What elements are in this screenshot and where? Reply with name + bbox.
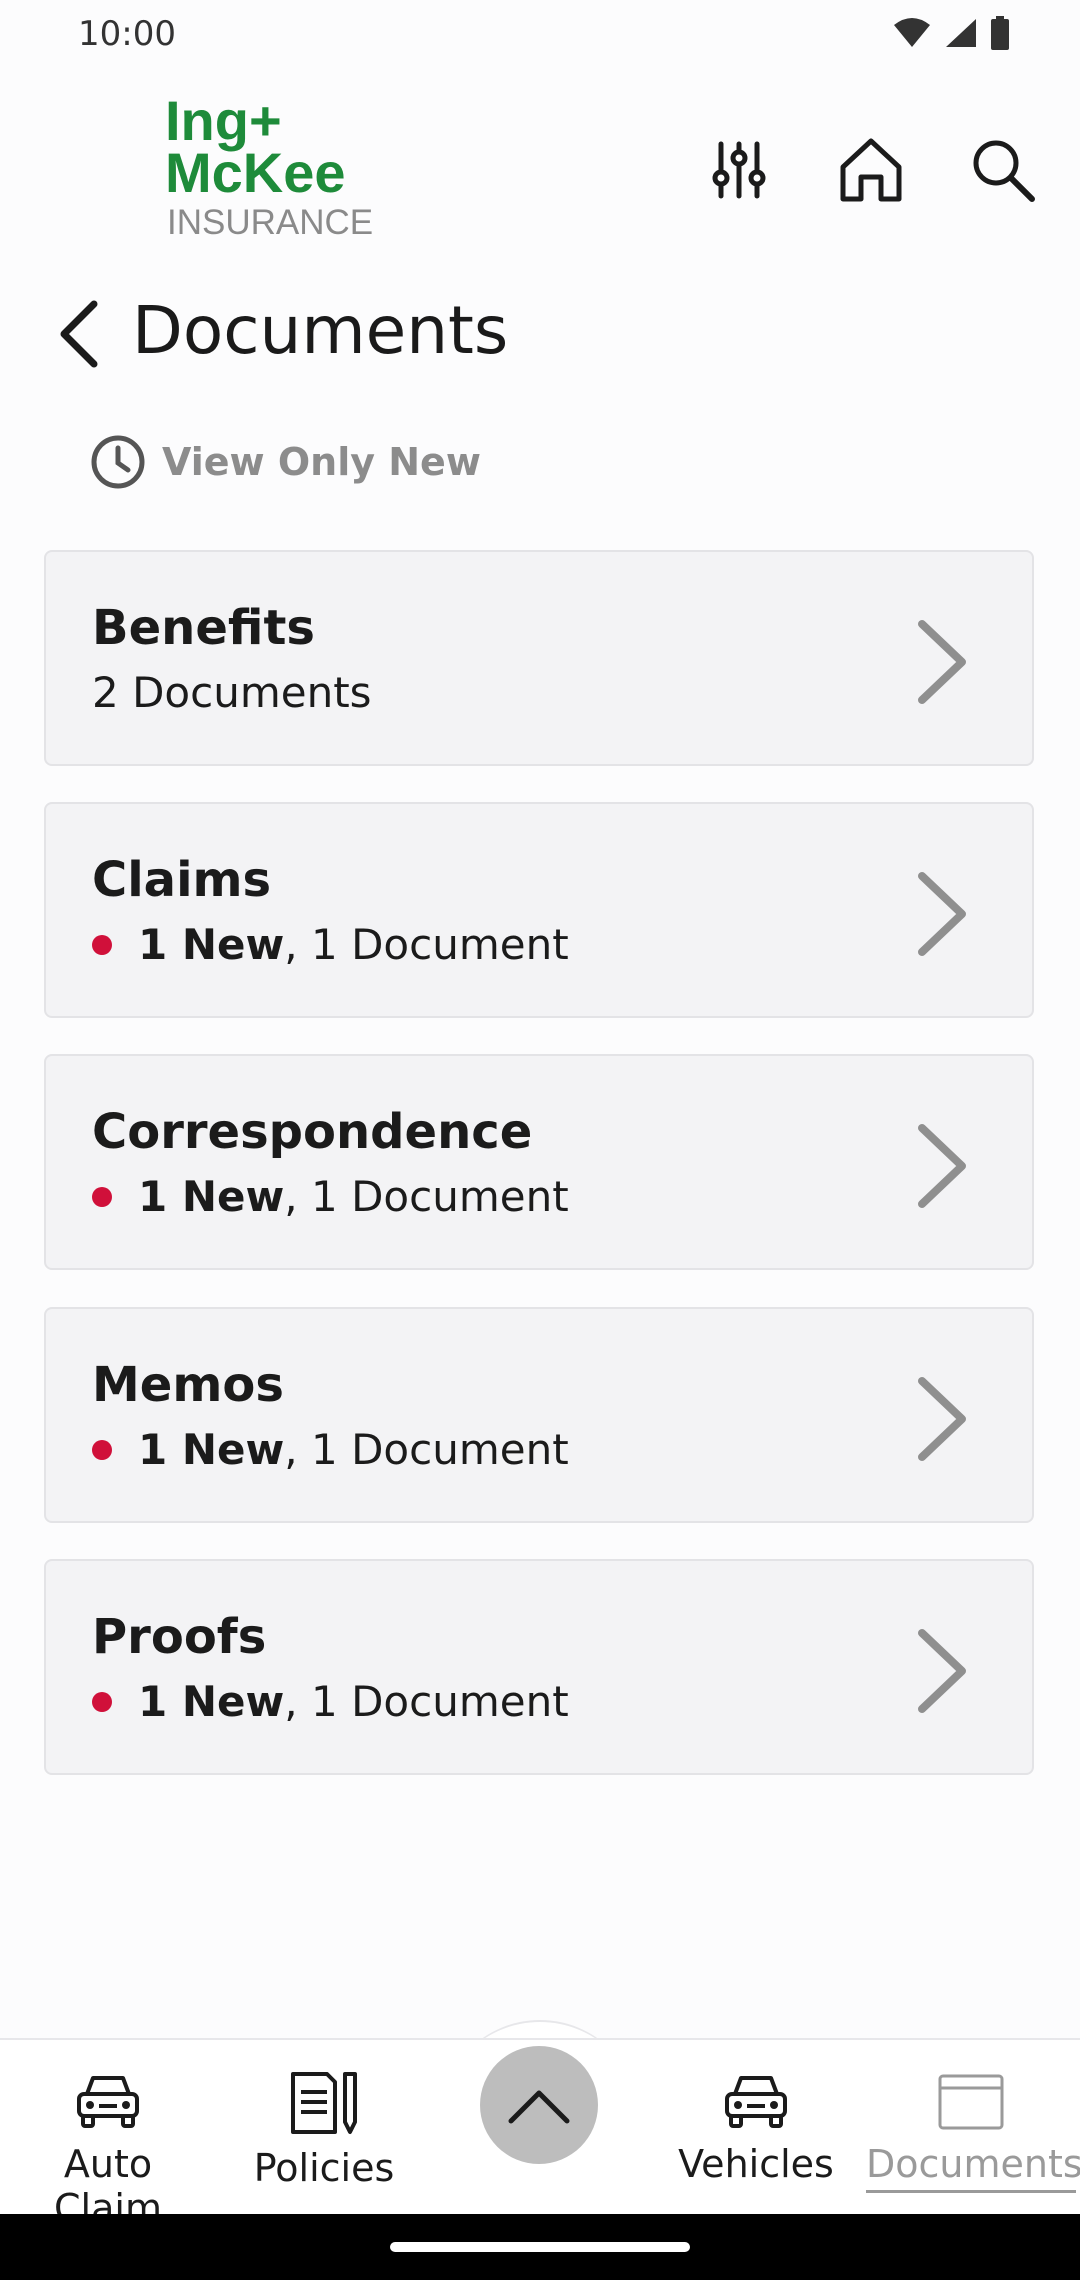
new-indicator-dot [92, 1439, 112, 1460]
chevron-right-icon [918, 1629, 966, 1713]
document-count: , 1 Document [284, 1172, 569, 1221]
chevron-right-icon [918, 620, 966, 704]
tab-vehicles[interactable]: Vehicles [666, 2070, 846, 2186]
card-title: Benefits [92, 600, 315, 656]
back-button[interactable] [50, 294, 110, 374]
home-gesture-handle[interactable] [390, 2242, 690, 2252]
category-card-correspondence[interactable]: Correspondence 1 New , 1 Document [44, 1054, 1034, 1270]
view-only-new-toggle[interactable]: View Only New [90, 430, 481, 494]
search-button[interactable] [963, 130, 1043, 210]
card-title: Correspondence [92, 1104, 533, 1160]
wifi-icon [894, 18, 930, 47]
title-row: Documents [0, 280, 1080, 390]
category-card-proofs[interactable]: Proofs 1 New , 1 Document [44, 1559, 1034, 1775]
card-title: Claims [92, 852, 272, 908]
document-count: , 1 Document [284, 1425, 569, 1474]
tab-label: Policies [253, 2146, 395, 2190]
logo-line2: McKee [165, 141, 346, 204]
new-indicator-dot [92, 1691, 112, 1712]
folder-icon [938, 2074, 1004, 2130]
document-pen-icon [291, 2072, 357, 2134]
expand-menu-button[interactable] [480, 2046, 598, 2164]
card-subtitle: 1 New , 1 Document [92, 1677, 569, 1726]
status-icons [892, 16, 1010, 50]
home-button[interactable] [831, 130, 911, 210]
new-count: 1 New [138, 1677, 285, 1726]
category-card-benefits[interactable]: Benefits 2 Documents [44, 550, 1034, 766]
card-subtitle: 1 New , 1 Document [92, 1172, 569, 1221]
card-title: Proofs [92, 1609, 267, 1665]
card-title: Memos [92, 1357, 284, 1413]
new-indicator-dot [92, 1186, 112, 1207]
tab-policies[interactable]: Policies [234, 2070, 414, 2190]
page-title: Documents [132, 292, 509, 369]
chevron-right-icon [918, 872, 966, 956]
car-icon [77, 2076, 139, 2128]
chevron-right-icon [918, 1124, 966, 1208]
system-nav-bar [0, 2214, 1080, 2280]
tab-auto-claim[interactable]: Auto Claim [8, 2070, 208, 2230]
tab-label: Documents [866, 2142, 1080, 2193]
tab-documents[interactable]: Documents [866, 2070, 1080, 2193]
new-count: 1 New [138, 920, 285, 969]
tab-label: Vehicles [678, 2142, 834, 2186]
car-icon [725, 2076, 787, 2128]
document-count: , 1 Document [284, 1677, 569, 1726]
document-count: 2 Documents [92, 668, 372, 717]
clock-icon [91, 435, 145, 489]
category-card-claims[interactable]: Claims 1 New , 1 Document [44, 802, 1034, 1018]
company-logo: Ing+ McKee INSURANCE [165, 92, 373, 242]
back-arrow-icon [60, 300, 98, 368]
sliders-icon [712, 141, 766, 199]
card-subtitle: 1 New , 1 Document [92, 920, 569, 969]
battery-icon [991, 16, 1009, 50]
card-subtitle: 1 New , 1 Document [92, 1425, 569, 1474]
home-icon [840, 138, 902, 202]
status-time: 10:00 [78, 14, 176, 54]
document-count: , 1 Document [284, 920, 569, 969]
status-bar: 10:00 [0, 0, 1080, 70]
search-icon [973, 140, 1035, 202]
filter-button[interactable] [699, 130, 779, 210]
category-card-memos[interactable]: Memos 1 New , 1 Document [44, 1307, 1034, 1523]
new-indicator-dot [92, 934, 112, 955]
filter-label: View Only New [162, 440, 481, 484]
new-count: 1 New [138, 1425, 285, 1474]
new-count: 1 New [138, 1172, 285, 1221]
chevron-right-icon [918, 1377, 966, 1461]
app-header: Ing+ McKee INSURANCE [0, 80, 1080, 250]
card-subtitle: 2 Documents [92, 668, 372, 717]
chevron-up-icon [508, 2090, 570, 2124]
logo-line3: INSURANCE [167, 203, 373, 242]
signal-icon [946, 19, 976, 47]
